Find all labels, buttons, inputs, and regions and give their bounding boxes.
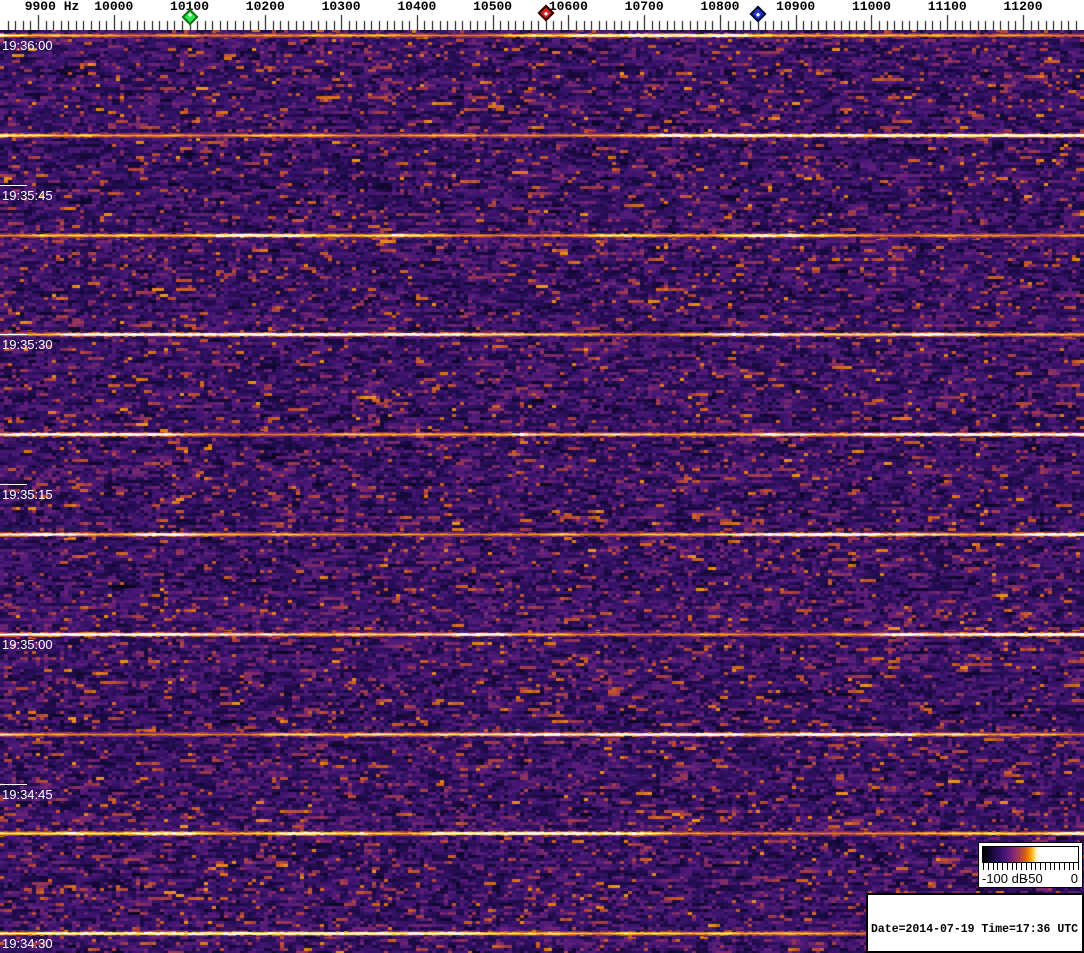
marker-dot: [187, 12, 192, 17]
colorbar-tick: [1011, 863, 1013, 870]
time-tick-label: 19:35:30: [2, 337, 53, 353]
colorbar-legend: -100 dB -50 0: [978, 842, 1083, 888]
colorbar-label-max: 0: [1070, 871, 1078, 886]
colorbar-tick: [1073, 863, 1075, 870]
colorbar-tick: [1049, 863, 1051, 870]
time-tick-label: 19:36:00: [2, 38, 53, 53]
freq-tick-label: 11100: [927, 0, 967, 14]
time-tick: [0, 933, 27, 935]
colorbar-gradient: [982, 846, 1079, 863]
waterfall-window: 9900 Hz 10000 10100 10200 10300 10400 10500 106…: [0, 0, 1084, 953]
freq-tick-label: 10300: [321, 0, 361, 14]
freq-tick-label: 10900: [776, 0, 816, 14]
colorbar-tick: [1063, 863, 1065, 870]
colorbar-tick: [1078, 863, 1079, 870]
frequency-ruler: 9900 Hz 10000 10100 10200 10300 10400 10500 106…: [0, 0, 1084, 30]
time-tick-label: 19:35:00: [2, 636, 53, 652]
freq-tick-label: 10500: [473, 0, 513, 14]
colorbar-label-mid: -50: [1023, 871, 1043, 886]
time-tick: [0, 334, 27, 336]
time-tick-label: 19:35:45: [2, 187, 53, 203]
freq-tick-label: 11000: [851, 0, 891, 14]
colorbar-tick: [1021, 863, 1022, 870]
time-tick: [0, 35, 27, 36]
freq-tick-label: 10200: [245, 0, 285, 14]
freq-tick-label: 10700: [624, 0, 664, 14]
marker-dot: [543, 10, 548, 16]
colorbar-tick: [1040, 863, 1041, 870]
colorbar-tick: [1025, 863, 1027, 870]
colorbar-tick: [1068, 863, 1070, 870]
freq-tick-label: 9900 Hz: [24, 0, 80, 14]
colorbar-labels: -100 dB -50 0: [979, 871, 1082, 886]
colorbar-tick: [1059, 863, 1060, 870]
colorbar-tick: [1035, 863, 1037, 870]
colorbar-label-min: -100 dB: [982, 871, 1028, 886]
time-tick: [0, 783, 27, 785]
colorbar-tick: [1044, 863, 1046, 870]
freq-tick-label: 10600: [548, 0, 588, 14]
colorbar-tick: [983, 863, 984, 870]
spectrogram-waterfall: [0, 30, 1084, 953]
colorbar-tick-row: [983, 863, 1079, 870]
colorbar-tick: [1006, 863, 1008, 870]
time-tick: [0, 484, 27, 486]
time-tick: [0, 633, 27, 635]
freq-tick-label: 10400: [397, 0, 437, 14]
time-tick-label: 19:34:30: [2, 936, 53, 952]
freq-tick-label: 10000: [94, 0, 134, 14]
time-tick-label: 19:34:45: [2, 786, 53, 802]
colorbar-tick: [1002, 863, 1003, 870]
colorbar-tick: [1054, 863, 1056, 870]
time-tick-label: 19:35:15: [2, 487, 53, 503]
colorbar-tick: [1016, 863, 1018, 870]
freq-tick-label: 10800: [700, 0, 740, 14]
freq-tick-label: 11200: [1003, 0, 1043, 14]
colorbar-tick: [1030, 863, 1032, 870]
colorbar-tick: [987, 863, 989, 870]
colorbar-tick: [992, 863, 994, 870]
marker-dot: [755, 11, 760, 17]
colorbar-tick: [997, 863, 999, 870]
observation-info-box: Date=2014-07-19 Time=17:36 UTC Freq=143 …: [866, 893, 1084, 953]
info-date-time: Date=2014-07-19 Time=17:36 UTC: [871, 923, 1079, 936]
time-tick: [0, 184, 27, 186]
